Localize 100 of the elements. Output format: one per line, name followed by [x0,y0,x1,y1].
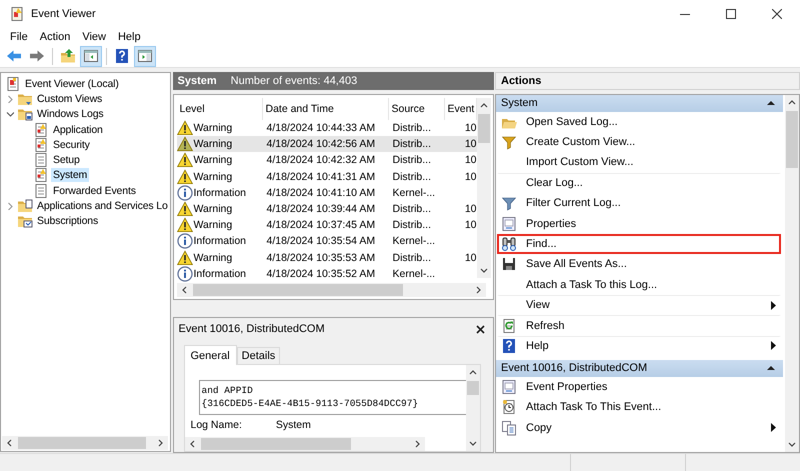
table-cell-text: 10 [464,252,476,264]
action-link[interactable]: Import Custom View... [526,156,779,168]
vertical-scrollbar[interactable] [785,95,799,452]
vertical-scrollbar[interactable] [466,365,480,451]
folder-icon [17,198,33,214]
table-row[interactable]: Warning 4/18/2024 10:42:56 AM Distrib... 10 [176,136,476,152]
vertical-scrollbar[interactable] [476,98,490,278]
tree-item[interactable]: System [51,168,90,182]
tree-toggle-button[interactable] [80,46,102,66]
event-count: Number of events: 44,403 [230,75,358,87]
information-icon [176,266,192,282]
table-cell: Warning [194,203,232,216]
log-icon [33,122,49,138]
table-cell-text: Distrib... [392,154,432,166]
back-arrow-icon [6,48,22,64]
table-cell-text: 10 [464,203,476,216]
pane-toggle-button[interactable] [134,46,156,66]
clock-icon [501,399,517,416]
tree-item[interactable]: Forwarded Events [51,184,138,198]
action-link[interactable]: Save All Events As... [526,258,779,270]
close-icon [476,324,484,334]
tree-item[interactable]: Setup [51,153,82,168]
tab[interactable]: General [184,345,237,365]
table-cell-text: Distrib... [392,219,432,232]
menu-item[interactable]: Action [34,30,76,42]
table-cell-text: Distrib... [392,122,432,134]
close-button[interactable] [476,324,484,334]
tree-item[interactable]: Subscriptions [35,214,100,228]
tree-item[interactable]: Security [51,138,92,152]
action-pane-icon [137,48,153,64]
action-link[interactable]: Create Custom View... [526,136,779,148]
table-cell-text: 4/18/2024 10:41:31 AM [266,170,376,183]
collapse-arrow-icon[interactable] [767,365,775,372]
action-link[interactable]: Properties [526,218,779,230]
log-icon [33,136,49,153]
binoculars-icon [501,236,517,252]
section-header[interactable]: System [496,95,783,112]
table-cell-text: 4/18/2024 10:44:33 AM [266,122,376,134]
tree-item[interactable]: Applications and Services Lo [35,199,170,214]
collapse-arrow-icon[interactable] [767,100,775,106]
table-cell-text: 10 [464,170,476,183]
close-icon [772,9,782,19]
action-link[interactable]: Find... [526,238,779,250]
section-header[interactable]: Event 10016, DistributedCOM [496,360,783,377]
column-header[interactable]: Date and Time [262,98,388,120]
action-link[interactable]: Attach a Task To this Log... [526,278,779,291]
menu-item[interactable]: Help [112,30,147,42]
horizontal-scrollbar[interactable] [176,283,486,297]
table-cell-text: Kernel-... [392,186,436,199]
warning-icon [176,136,192,152]
column-header[interactable]: Level [176,98,262,120]
action-link[interactable]: Open Saved Log... [526,116,779,128]
field-value: System [276,419,311,432]
action-link[interactable]: Attach Task To This Event... [526,401,779,414]
log-icon [33,182,49,199]
collapsed-caret-icon[interactable] [6,94,14,103]
action-link[interactable]: Copy [526,422,771,434]
tab[interactable]: Details [236,347,280,364]
action-link[interactable]: View [526,299,771,312]
action-link[interactable]: Filter Current Log... [526,197,779,210]
action-link[interactable]: Clear Log... [526,176,779,189]
tree-item[interactable]: Application [51,122,105,137]
table-cell: Information [194,268,246,280]
log-icon [5,76,21,92]
table-cell-text: 10 [464,219,476,232]
pane-title: System [178,75,217,87]
app-icon [9,6,25,22]
table-cell-text: 4/18/2024 10:41:10 AM [266,186,376,199]
log-icon [33,152,49,168]
properties-icon [501,378,517,395]
horizontal-scrollbar[interactable] [184,437,424,451]
expanded-caret-icon[interactable] [6,110,14,118]
column-header[interactable]: Source [388,98,444,120]
refresh-icon [501,318,517,334]
information-icon [176,184,192,201]
field-label: Log Name: [190,419,242,432]
funnel-icon [501,195,517,212]
table-cell-text: 4/18/2024 10:39:44 AM [266,203,376,216]
collapsed-caret-icon[interactable] [6,202,14,210]
table-cell-text: Kernel-... [392,268,436,280]
tree-item[interactable]: Custom Views [35,92,104,106]
action-link[interactable]: Refresh [526,320,779,332]
table-cell-text: Kernel-... [392,235,436,248]
tree-item[interactable]: Event Viewer (Local) [23,76,121,91]
forward-arrow-icon [29,48,45,64]
table-cell: Warning [194,122,232,134]
action-link[interactable]: Help [526,340,771,352]
action-link[interactable]: Event Properties [526,380,779,393]
table-cell-text: 10 [464,154,476,166]
tree-item[interactable]: Windows Logs [35,107,106,122]
table-cell: Warning [194,170,232,183]
menu-item[interactable]: View [76,30,112,42]
table-cell-text: 10 [464,122,476,134]
pane-title: Actions [495,72,800,90]
warning-icon [176,201,192,218]
table-cell-text: Distrib... [392,138,432,150]
log-icon [33,167,49,184]
horizontal-scrollbar[interactable] [2,436,168,450]
table-cell: Warning [194,252,232,264]
menu-item[interactable]: File [4,30,34,42]
